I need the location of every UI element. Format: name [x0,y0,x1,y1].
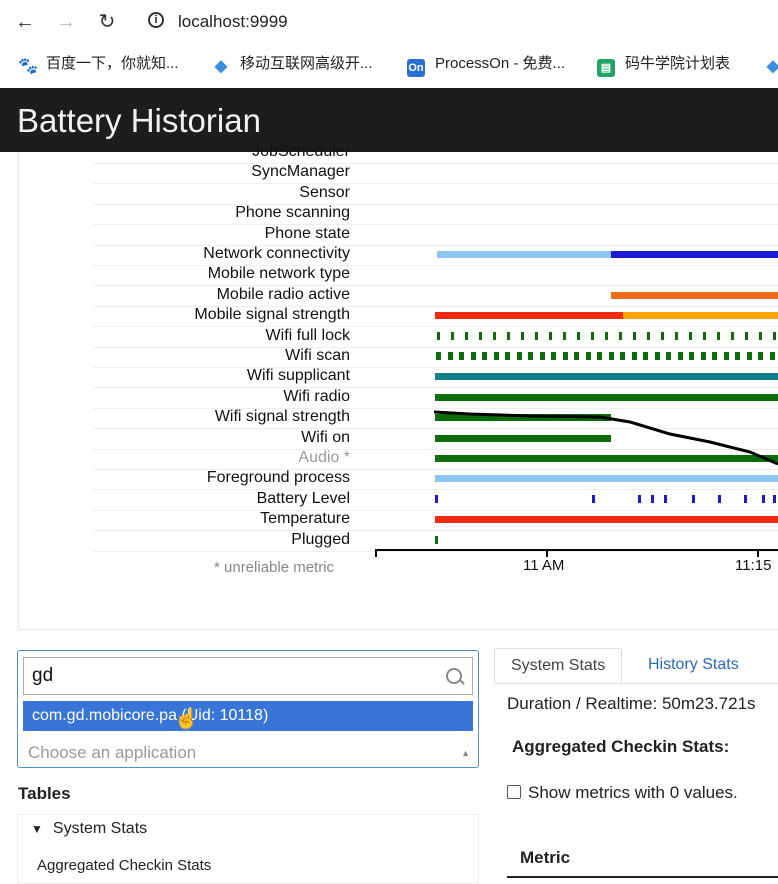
application-selector[interactable]: gd com.gd.mobicore.pa (Uid: 10118) ☝ Cho… [17,650,479,768]
metric-header-rule [507,876,778,878]
app-placeholder[interactable]: Choose an application [28,743,196,763]
app-option-highlighted[interactable]: com.gd.mobicore.pa (Uid: 10118) [23,701,473,731]
tables-panel: ▼ System Stats Aggregated Checkin Stats [17,814,479,884]
stats-tabs: System Stats History Stats [494,648,778,684]
show-zero-metrics[interactable]: Show metrics with 0 values. [507,783,738,803]
search-query: gd [32,665,54,686]
metric-column-header: Metric [520,848,571,867]
hand-cursor-icon: ☝ [174,708,199,730]
aggregated-checkin-title: Aggregated Checkin Stats: [512,737,730,756]
caret-down-icon: ▼ [31,822,43,836]
show-zero-checkbox[interactable] [507,785,521,799]
search-icon [446,668,462,684]
duration-realtime: Duration / Realtime: 50m23.721s [507,694,756,713]
dropdown-arrow-icon[interactable]: ▲ [461,748,470,758]
app-search-input[interactable]: gd [23,657,473,695]
section-label: System Stats [52,820,148,837]
system-stats-toggle[interactable]: ▼ System Stats [31,820,147,838]
tables-heading: Tables [18,784,71,803]
table-link-aggregated[interactable]: Aggregated Checkin Stats [37,857,211,874]
tab-history-stats[interactable]: History Stats [632,648,755,683]
show-zero-label: Show metrics with 0 values. [528,783,738,802]
tab-system-stats[interactable]: System Stats [494,648,623,683]
